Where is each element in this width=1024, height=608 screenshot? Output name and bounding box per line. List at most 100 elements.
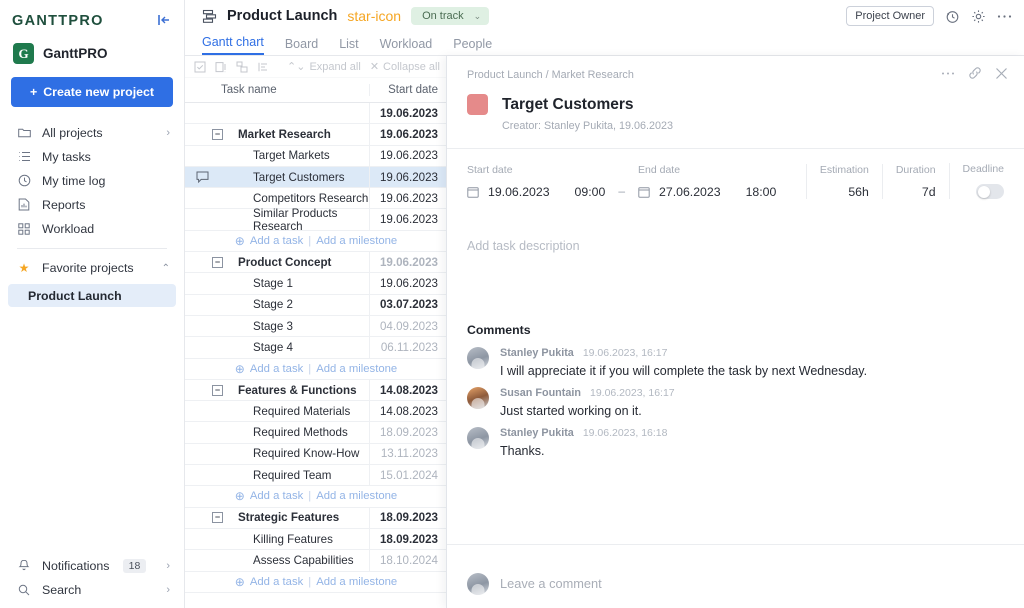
column-header-task-name[interactable]: Task name	[185, 84, 369, 96]
start-date-cell[interactable]: 19.06.2023	[369, 103, 447, 123]
add-task-row[interactable]: ⊕Add a task|Add a milestone	[185, 572, 447, 593]
task-name-cell[interactable]: Required Team	[219, 469, 369, 482]
leave-comment-input[interactable]: Leave a comment	[500, 576, 602, 591]
create-new-project-button[interactable]: + Create new project	[11, 77, 173, 107]
table-row[interactable]: Target Markets19.06.2023	[185, 146, 447, 167]
table-row[interactable]: Stage 406.11.2023	[185, 337, 447, 358]
subtask-icon[interactable]	[236, 60, 248, 73]
add-milestone-label[interactable]: Add a milestone	[316, 363, 397, 375]
start-date-cell[interactable]: 18.10.2024	[369, 550, 447, 570]
sidebar-item-my-tasks[interactable]: My tasks	[8, 145, 176, 168]
start-date-cell[interactable]: 18.09.2023	[369, 422, 447, 442]
add-task-row[interactable]: ⊕Add a task|Add a milestone	[185, 359, 447, 380]
collapse-toggle-icon[interactable]: −	[212, 129, 223, 140]
start-date-cell[interactable]: 04.09.2023	[369, 316, 447, 336]
collapse-all-button[interactable]: ✕ Collapse all	[370, 60, 440, 73]
task-name-cell[interactable]: Stage 3	[219, 320, 369, 333]
task-name-cell[interactable]: Stage 1	[219, 277, 369, 290]
add-task-label[interactable]: Add a task	[250, 363, 303, 375]
add-task-row[interactable]: ⊕Add a task|Add a milestone	[185, 486, 447, 507]
task-title[interactable]: Target Customers	[502, 96, 634, 114]
start-date-cell[interactable]: 18.09.2023	[369, 508, 447, 528]
start-date-cell[interactable]: 19.06.2023	[369, 188, 447, 208]
task-name-cell[interactable]: −Market Research	[219, 128, 369, 141]
table-row[interactable]: Required Team15.01.2024	[185, 465, 447, 486]
favorite-projects-header[interactable]: ★ Favorite projects ⌃	[8, 257, 176, 279]
table-row[interactable]: Required Know-How13.11.2023	[185, 444, 447, 465]
task-color-swatch[interactable]	[467, 94, 488, 115]
column-header-start-date[interactable]: Start date	[369, 84, 447, 96]
table-row[interactable]: Required Methods18.09.2023	[185, 422, 447, 443]
duration-value[interactable]: 7d	[922, 185, 936, 199]
more-horizontal-icon[interactable]	[997, 14, 1012, 19]
sidebar-project-product-launch[interactable]: Product Launch	[8, 284, 176, 307]
tab-workload[interactable]: Workload	[380, 37, 433, 55]
task-name-cell[interactable]: Stage 4	[219, 341, 369, 354]
table-row[interactable]: −Product Concept19.06.2023	[185, 252, 447, 273]
end-time-text[interactable]: 18:00	[746, 185, 777, 199]
status-badge[interactable]: On track ⌄	[411, 7, 489, 25]
sidebar-item-my-time-log[interactable]: My time log	[8, 169, 176, 192]
sidebar-item-all-projects[interactable]: All projects ›	[8, 121, 176, 144]
add-milestone-label[interactable]: Add a milestone	[316, 576, 397, 588]
table-row[interactable]: Killing Features18.09.2023	[185, 529, 447, 550]
tab-board[interactable]: Board	[285, 37, 318, 55]
start-date-cell[interactable]: 19.06.2023	[369, 273, 447, 293]
table-row[interactable]: Similar Products Research19.06.2023	[185, 209, 447, 230]
table-row[interactable]: Stage 119.06.2023	[185, 273, 447, 294]
collapse-sidebar-icon[interactable]	[154, 10, 174, 30]
collapse-toggle-icon[interactable]: −	[212, 512, 223, 523]
end-date-value[interactable]: 27.06.2023 18:00	[638, 185, 776, 199]
table-row[interactable]: Assess Capabilities18.10.2024	[185, 550, 447, 571]
table-row[interactable]: Target Customers19.06.2023	[185, 167, 447, 188]
task-name-cell[interactable]: −Strategic Features	[219, 511, 369, 524]
table-row[interactable]: Stage 203.07.2023	[185, 295, 447, 316]
table-row[interactable]: 19.06.2023	[185, 103, 447, 124]
sidebar-item-search[interactable]: Search ›	[8, 578, 176, 601]
start-date-cell[interactable]: 19.06.2023	[369, 167, 447, 187]
task-name-cell[interactable]: Assess Capabilities	[219, 554, 369, 567]
comment-bubble-icon[interactable]	[185, 171, 219, 183]
collapse-toggle-icon[interactable]: −	[212, 257, 223, 268]
task-name-cell[interactable]: −Product Concept	[219, 256, 369, 269]
task-name-cell[interactable]: Target Markets	[219, 149, 369, 162]
task-name-cell[interactable]: Required Materials	[219, 405, 369, 418]
start-date-cell[interactable]: 19.06.2023	[369, 252, 447, 272]
task-icon[interactable]	[215, 60, 227, 73]
breadcrumb[interactable]: Product Launch / Market Research	[467, 69, 1004, 81]
add-task-row[interactable]: ⊕Add a task|Add a milestone	[185, 231, 447, 252]
tab-people[interactable]: People	[453, 37, 492, 55]
task-description-placeholder[interactable]: Add task description	[447, 199, 1024, 253]
checkbox-icon[interactable]	[194, 60, 206, 73]
project-owner-chip[interactable]: Project Owner	[846, 6, 934, 26]
start-date-cell[interactable]: 18.09.2023	[369, 529, 447, 549]
tab-gantt-chart[interactable]: Gantt chart	[202, 35, 264, 55]
gear-icon[interactable]	[971, 9, 986, 24]
task-name-cell[interactable]: Required Know-How	[219, 447, 369, 460]
task-name-cell[interactable]: Similar Products Research	[219, 207, 369, 233]
start-date-cell[interactable]: 19.06.2023	[369, 146, 447, 166]
add-milestone-label[interactable]: Add a milestone	[316, 490, 397, 502]
task-name-cell[interactable]: Required Methods	[219, 426, 369, 439]
start-date-cell[interactable]: 06.11.2023	[369, 337, 447, 357]
history-icon[interactable]	[945, 9, 960, 24]
table-row[interactable]: Stage 304.09.2023	[185, 316, 447, 337]
task-name-cell[interactable]: −Features & Functions	[219, 384, 369, 397]
start-date-cell[interactable]: 14.08.2023	[369, 401, 447, 421]
expand-all-button[interactable]: ⌃⌄ Expand all	[287, 60, 361, 73]
star-icon[interactable]: star-icon	[347, 8, 401, 24]
sidebar-item-workload[interactable]: Workload	[8, 217, 176, 240]
link-icon[interactable]	[968, 66, 982, 80]
start-date-cell[interactable]: 13.11.2023	[369, 444, 447, 464]
sidebar-item-notifications[interactable]: Notifications 18 ›	[8, 554, 176, 577]
start-date-cell[interactable]: 19.06.2023	[369, 124, 447, 144]
sidebar-item-reports[interactable]: Reports	[8, 193, 176, 216]
more-horizontal-icon[interactable]	[941, 71, 955, 76]
start-date-cell[interactable]: 03.07.2023	[369, 295, 447, 315]
add-task-label[interactable]: Add a task	[250, 235, 303, 247]
tab-list[interactable]: List	[339, 37, 358, 55]
table-row[interactable]: −Strategic Features18.09.2023	[185, 508, 447, 529]
table-row[interactable]: Required Materials14.08.2023	[185, 401, 447, 422]
add-milestone-label[interactable]: Add a milestone	[316, 235, 397, 247]
estimation-value[interactable]: 56h	[848, 185, 869, 199]
